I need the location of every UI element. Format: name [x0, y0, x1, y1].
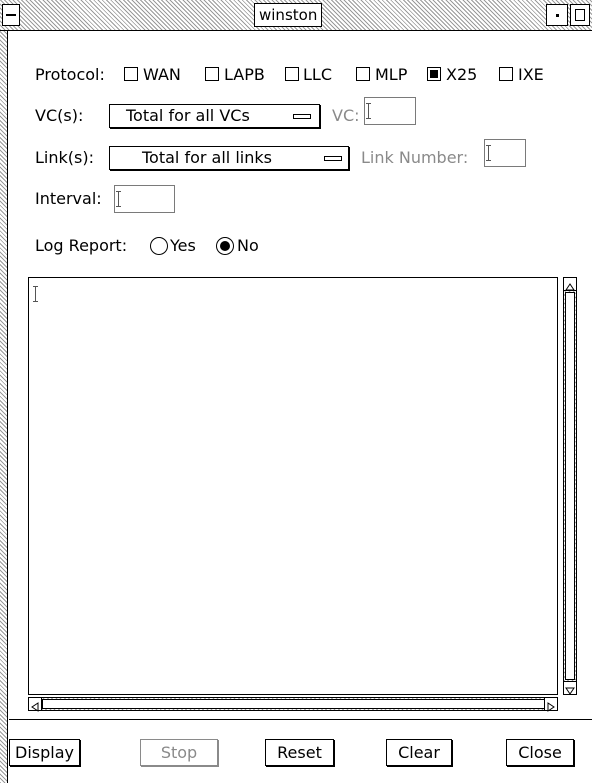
log-horizontal-scrollbar[interactable]	[28, 697, 558, 712]
maximize-button[interactable]	[570, 4, 590, 26]
protocol-wan-label: WAN	[143, 65, 181, 84]
link-number-input[interactable]	[484, 139, 526, 167]
scroll-left-arrow-icon[interactable]	[29, 698, 42, 712]
log-report-yes-label: Yes	[170, 236, 196, 255]
stop-button[interactable]: Stop	[140, 739, 218, 766]
window-menu-button[interactable]	[2, 4, 20, 26]
interval-label: Interval:	[35, 189, 102, 208]
maximize-icon	[575, 9, 585, 21]
scroll-up-arrow-icon[interactable]	[564, 278, 576, 291]
link-number-label: Link Number:	[361, 148, 469, 167]
log-report-label: Log Report:	[35, 236, 128, 255]
display-button[interactable]: Display	[9, 739, 80, 766]
links-dropdown-value: Total for all links	[142, 148, 272, 167]
log-vertical-scroll-thumb[interactable]	[565, 292, 575, 680]
links-label: Link(s):	[35, 148, 94, 167]
text-cursor	[33, 286, 39, 302]
vcs-dropdown[interactable]: Total for all VCs	[109, 104, 320, 128]
protocol-lapb-checkbox[interactable]	[205, 67, 219, 81]
protocol-ixe-label: IXE	[518, 65, 544, 84]
vcs-dropdown-value: Total for all VCs	[126, 106, 250, 125]
interval-input[interactable]	[114, 185, 175, 213]
log-report-yes-radio[interactable]	[150, 237, 168, 255]
scroll-down-arrow-icon[interactable]	[564, 681, 576, 695]
app-window: winston Protocol: WAN LAPB LLC MLP X25 I…	[0, 0, 592, 783]
minimize-button[interactable]	[546, 4, 568, 26]
dropdown-indicator-icon	[293, 114, 311, 119]
window-title: winston	[254, 3, 323, 27]
close-button[interactable]: Close	[506, 739, 574, 766]
log-horizontal-scroll-thumb[interactable]	[42, 699, 545, 709]
vc-input[interactable]	[364, 97, 416, 125]
title-bar[interactable]: winston	[0, 0, 592, 31]
vcs-label: VC(s):	[35, 106, 84, 125]
log-report-no-radio[interactable]	[216, 237, 234, 255]
vc-label: VC:	[332, 106, 360, 125]
log-vertical-scrollbar[interactable]	[563, 277, 577, 695]
protocol-llc-checkbox[interactable]	[285, 67, 299, 81]
protocol-x25-checkbox[interactable]	[427, 67, 441, 81]
protocol-wan-checkbox[interactable]	[124, 67, 138, 81]
protocol-x25-label: X25	[446, 65, 478, 84]
protocol-lapb-label: LAPB	[224, 65, 265, 84]
log-report-no-label: No	[237, 236, 259, 255]
scroll-right-arrow-icon[interactable]	[544, 698, 557, 712]
protocol-mlp-checkbox[interactable]	[356, 67, 370, 81]
protocol-mlp-label: MLP	[375, 65, 408, 84]
window-menu-icon	[6, 14, 16, 16]
dropdown-indicator-icon	[324, 156, 342, 161]
links-dropdown[interactable]: Total for all links	[109, 146, 349, 170]
log-output-textarea[interactable]	[28, 277, 558, 695]
protocol-ixe-checkbox[interactable]	[499, 67, 513, 81]
window-frame-left	[0, 31, 8, 783]
reset-button[interactable]: Reset	[265, 739, 334, 766]
clear-button[interactable]: Clear	[386, 739, 452, 766]
protocol-label: Protocol:	[35, 65, 105, 84]
minimize-icon	[556, 14, 559, 17]
button-bar: Display Stop Reset Clear Close	[9, 720, 592, 783]
protocol-llc-label: LLC	[303, 65, 332, 84]
